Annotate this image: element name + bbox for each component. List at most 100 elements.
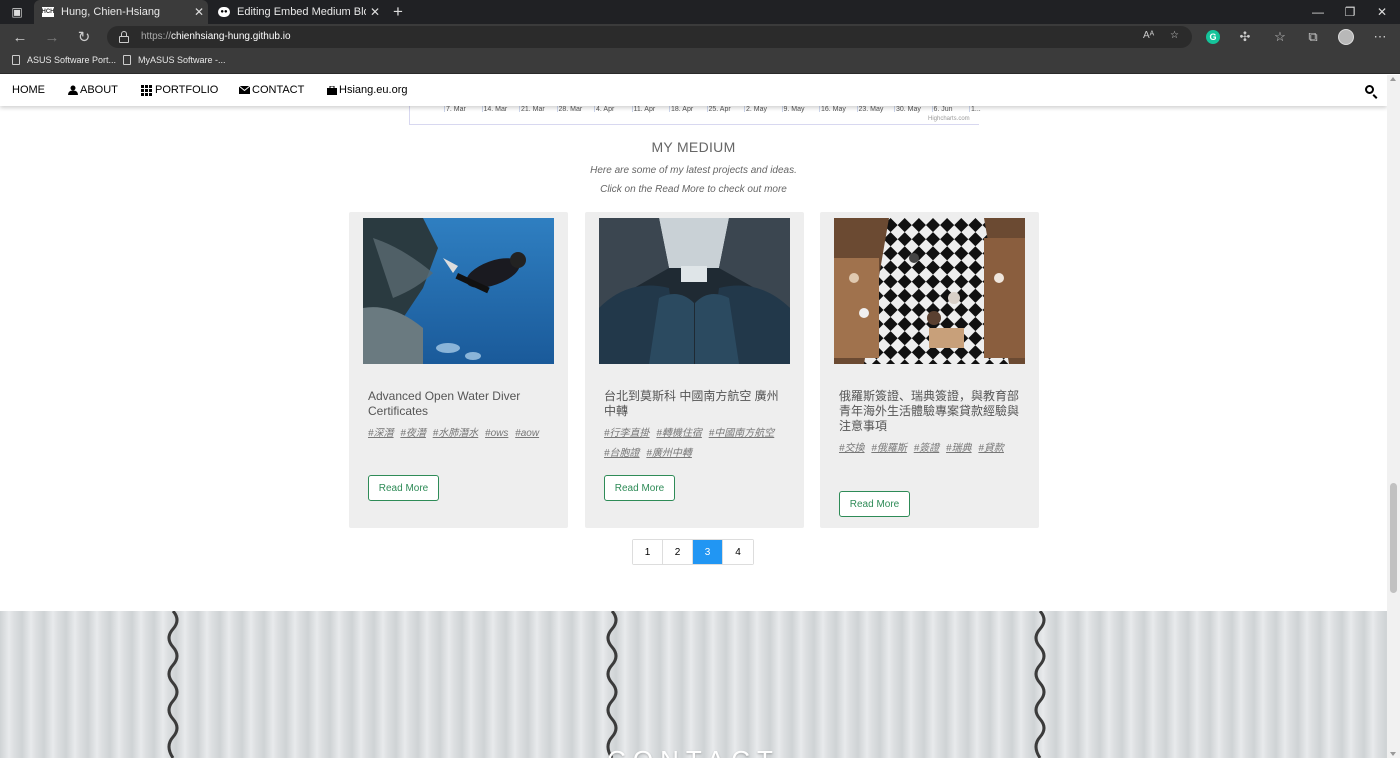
card-image-restaurant[interactable]	[834, 218, 1025, 364]
restore-button[interactable]: ❐	[1332, 0, 1368, 24]
read-more-button[interactable]: Read More	[839, 491, 910, 517]
browser-tab-active[interactable]: HCH Hung, Chien-Hsiang ✕	[34, 0, 208, 24]
xaxis-tick-label: 28. Mar	[558, 106, 583, 113]
xaxis-tick-label: 16. May	[821, 106, 846, 113]
tag-link[interactable]: #行李直掛	[604, 428, 650, 439]
page-button-1[interactable]: 1	[633, 540, 663, 564]
nav-contact[interactable]: CONTACT	[239, 84, 304, 96]
page-button-2[interactable]: 2	[663, 540, 693, 564]
tag-link[interactable]: #轉機住宿	[656, 428, 702, 439]
tab-close-icon[interactable]: ✕	[190, 5, 208, 19]
xaxis-tick-line	[594, 106, 595, 112]
minimize-button[interactable]: —	[1300, 0, 1336, 24]
tag-link[interactable]: #交換	[839, 443, 865, 454]
nav-external-site[interactable]: Hsiang.eu.org	[327, 84, 408, 96]
nav-home[interactable]: HOME	[12, 84, 45, 96]
reload-icon[interactable]: ↻	[73, 27, 95, 47]
tag-link[interactable]: #ows	[485, 428, 508, 439]
page-button-4[interactable]: 4	[723, 540, 753, 564]
xaxis-tick-label: 21. Mar	[521, 106, 545, 113]
xaxis-tick-label: 23. May	[858, 106, 884, 113]
bookmark-asus-portal[interactable]: ASUS Software Port...	[12, 55, 116, 65]
card-image-airplane[interactable]	[599, 218, 790, 364]
card-tags: #交換 #俄羅斯 #簽證 #瑞典 #貸款	[839, 439, 1021, 459]
profile-avatar[interactable]	[1336, 27, 1356, 47]
favorites-icon[interactable]: ☆	[1270, 27, 1290, 47]
highcharts-credit[interactable]: Highcharts.com	[928, 116, 970, 122]
chain-decoration	[167, 611, 179, 758]
page-viewport: HOME ABOUT PORTFOLIO CONTACT Hsiang.eu.o…	[0, 75, 1387, 758]
nav-about[interactable]: ABOUT	[68, 84, 118, 96]
envelope-icon	[239, 86, 250, 94]
page-icon	[123, 55, 131, 65]
xaxis-tick-label: 14. Mar	[483, 106, 508, 113]
search-icon[interactable]	[1365, 85, 1374, 94]
xaxis-tick-line	[706, 106, 708, 112]
page-button-3[interactable]: 3	[693, 540, 723, 564]
briefcase-icon	[327, 85, 337, 95]
tag-link[interactable]: #簽證	[914, 443, 940, 454]
nav-portfolio[interactable]: PORTFOLIO	[141, 84, 218, 96]
xaxis-tick-line	[556, 106, 558, 112]
read-more-button[interactable]: Read More	[604, 475, 675, 501]
tag-link[interactable]: #瑞典	[946, 443, 972, 454]
tag-link[interactable]: #深潛	[368, 428, 394, 439]
xaxis-tick-line	[519, 106, 520, 112]
card-title[interactable]: 台北到莫斯科 中國南方航空 廣州中轉	[604, 389, 784, 419]
lock-icon[interactable]	[119, 31, 129, 43]
bookmarks-bar: ASUS Software Port... MyASUS Software -.…	[0, 50, 1400, 74]
section-subtitle: Here are some of my latest projects and …	[590, 165, 797, 176]
tag-link[interactable]: #水肺潛水	[433, 428, 479, 439]
bookmark-myasus[interactable]: MyASUS Software -...	[123, 55, 226, 65]
tag-link[interactable]: #廣州中轉	[646, 448, 692, 459]
xaxis-tick-line	[931, 106, 933, 112]
tab-actions-icon[interactable]: ▣	[6, 0, 28, 24]
medium-favicon-icon: ●●	[218, 7, 230, 17]
forward-icon[interactable]: →	[41, 27, 63, 47]
tab-close-icon[interactable]: ✕	[366, 5, 384, 19]
card-tags: #行李直掛 #轉機住宿 #中國南方航空 #台胞證 #廣州中轉	[604, 424, 786, 464]
card-tags: #深潛 #夜潛 #水肺潛水 #ows #aow	[368, 424, 550, 444]
blog-card: Advanced Open Water Diver Certificates #…	[349, 212, 568, 528]
browser-tabstrip: ▣ HCH Hung, Chien-Hsiang ✕ ●● Editing Em…	[0, 0, 1400, 24]
scroll-down-arrow-icon[interactable]	[1390, 752, 1396, 756]
page-scrollbar[interactable]	[1387, 75, 1400, 758]
xaxis-tick-label: 11. Apr	[633, 106, 656, 113]
read-more-button[interactable]: Read More	[368, 475, 439, 501]
xaxis-tick-line	[669, 106, 670, 112]
xaxis-tick-label: 1...	[971, 106, 981, 113]
tag-link[interactable]: #aow	[515, 428, 539, 439]
card-title[interactable]: 俄羅斯簽證、瑞典簽證，與教育部青年海外生活體驗專案貸款經驗與注意事項	[839, 389, 1019, 434]
add-favorite-icon[interactable]: ☆	[1170, 30, 1179, 41]
xaxis-tick-line	[969, 106, 970, 112]
xaxis-tick-label: 6. Jun	[933, 106, 953, 113]
tag-link[interactable]: #貸款	[978, 443, 1004, 454]
grammarly-extension-icon[interactable]: G	[1203, 27, 1223, 47]
contact-section-background	[0, 611, 1387, 758]
new-tab-button[interactable]: +	[388, 2, 408, 22]
read-aloud-icon[interactable]: Aᴬ	[1143, 30, 1154, 41]
tag-link[interactable]: #夜潛	[400, 428, 426, 439]
card-title[interactable]: Advanced Open Water Diver Certificates	[368, 389, 548, 419]
tag-link[interactable]: #俄羅斯	[871, 443, 907, 454]
address-bar[interactable]: https://chienhsiang-hung.github.io Aᴬ ☆	[107, 26, 1192, 48]
card-image-diver[interactable]	[363, 218, 554, 364]
close-window-button[interactable]: ✕	[1364, 0, 1400, 24]
tag-link[interactable]: #台胞證	[604, 448, 640, 459]
section-subtitle: Click on the Read More to check out more	[600, 184, 787, 195]
xaxis-tick-line	[481, 106, 483, 112]
back-icon[interactable]: ←	[9, 27, 31, 47]
more-menu-icon[interactable]: ⋯	[1370, 27, 1390, 47]
extensions-icon[interactable]: ✣	[1235, 27, 1255, 47]
chain-decoration	[606, 611, 618, 758]
xaxis-tick-label: 18. Apr	[671, 106, 694, 113]
collections-icon[interactable]: ⧉	[1303, 27, 1323, 47]
browser-toolbar: ← → ↻ https://chienhsiang-hung.github.io…	[0, 24, 1400, 50]
browser-tab-medium[interactable]: ●● Editing Embed Medium Blog On ✕	[210, 0, 384, 24]
tag-link[interactable]: #中國南方航空	[709, 428, 775, 439]
xaxis-tick-label: 4. Apr	[596, 106, 615, 113]
scroll-up-arrow-icon[interactable]	[1390, 77, 1396, 81]
scrollbar-thumb[interactable]	[1390, 483, 1397, 593]
chart-xaxis: 7. Mar 14. Mar 21. Mar 28. Mar 4. Apr 11. Apr…	[409, 106, 981, 125]
url-text: https://chienhsiang-hung.github.io	[141, 31, 291, 42]
